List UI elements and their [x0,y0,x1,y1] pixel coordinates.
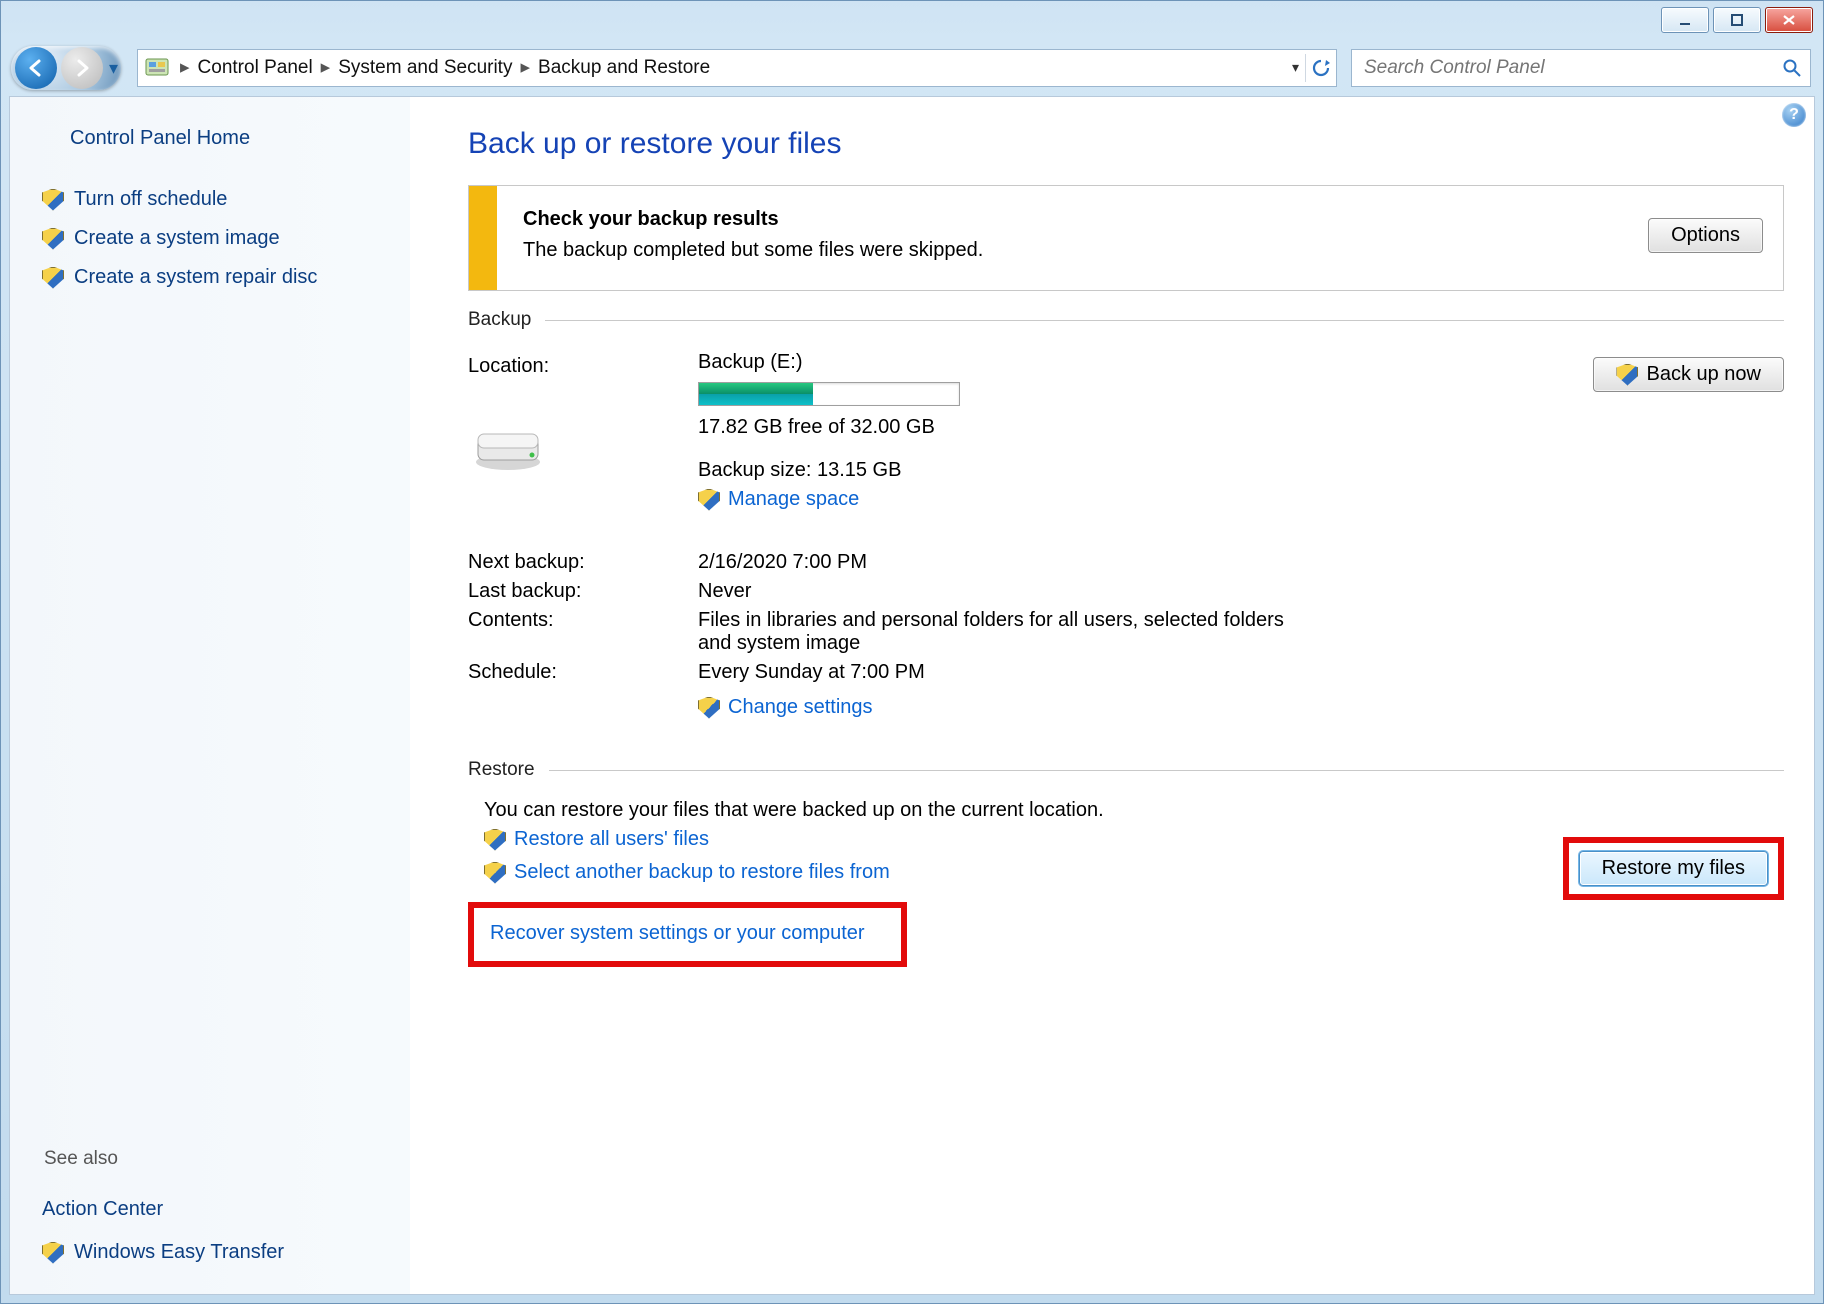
notice-body: The backup completed but some files were… [523,239,1648,262]
back-up-now-button[interactable]: Back up now [1593,357,1784,392]
see-also-easy-transfer[interactable]: Windows Easy Transfer [42,1241,390,1264]
search-icon[interactable] [1782,58,1802,78]
history-dropdown-icon[interactable]: ▾ [109,58,118,79]
contents-label: Contents: [468,609,698,632]
change-settings-link[interactable]: Change settings [698,696,1784,719]
restore-description: You can restore your files that were bac… [484,799,1784,822]
restore-my-files-button[interactable]: Restore my files [1579,851,1768,886]
control-panel-home-link[interactable]: Control Panel Home [70,127,390,150]
maximize-button[interactable] [1713,7,1761,33]
backup-section-header: Backup [468,309,1784,331]
address-bar[interactable]: ▸ Control Panel ▸ System and Security ▸ … [137,49,1337,87]
breadcrumb-system-security[interactable]: System and Security [336,57,514,79]
sidebar-item-create-repair-disc[interactable]: Create a system repair disc [42,266,390,289]
titlebar [1,1,1823,39]
control-panel-icon [144,55,170,81]
sidebar-item-label: Create a system image [74,227,280,250]
refresh-button[interactable] [1310,57,1332,79]
shield-icon [1616,364,1638,386]
notice-title: Check your backup results [523,208,779,230]
next-backup-label: Next backup: [468,551,698,574]
minimize-button[interactable] [1661,7,1709,33]
search-box[interactable] [1351,49,1811,87]
last-backup-value: Never [698,580,1784,603]
restore-section-header: Restore [468,759,1784,781]
search-input[interactable] [1362,56,1782,80]
shield-icon [42,1242,64,1264]
breadcrumb-backup-restore: Backup and Restore [536,57,712,79]
nav-toolbar: ▾ ▸ Control Panel ▸ System and Security … [1,39,1823,96]
sidebar-item-label: Create a system repair disc [74,266,317,289]
shield-icon [42,267,64,289]
recover-link-highlight: Recover system settings or your computer [468,902,907,967]
back-button[interactable] [15,47,57,89]
recover-system-settings-link[interactable]: Recover system settings or your computer [490,922,865,944]
nav-buttons: ▾ [11,44,131,92]
forward-button[interactable] [61,47,103,89]
location-label: Location: [468,355,698,378]
main-content: ? Back up or restore your files Check yo… [410,97,1814,1294]
breadcrumb-separator-icon: ▸ [174,56,196,79]
last-backup-label: Last backup: [468,580,698,603]
shield-icon [698,697,720,719]
shield-icon [484,829,506,851]
options-button[interactable]: Options [1648,218,1763,253]
content-frame: Control Panel Home Turn off schedule Cre… [9,96,1815,1295]
contents-value: Files in libraries and personal folders … [698,609,1318,655]
disk-usage-bar [698,382,960,406]
hard-drive-icon [472,424,544,472]
backup-size-text: Backup size: 13.15 GB [698,459,1784,482]
shield-icon [484,862,506,884]
notice-panel: Check your backup results The backup com… [468,185,1784,291]
address-dropdown-icon[interactable]: ▾ [1290,59,1301,76]
close-button[interactable] [1765,7,1813,33]
see-also-label: See also [44,1148,390,1170]
schedule-label: Schedule: [468,661,698,684]
see-also-action-center[interactable]: Action Center [42,1198,390,1221]
breadcrumb-control-panel[interactable]: Control Panel [196,57,315,79]
window-frame: ▾ ▸ Control Panel ▸ System and Security … [0,0,1824,1304]
manage-space-link[interactable]: Manage space [698,488,1784,511]
sidebar-item-label: Turn off schedule [74,188,227,211]
next-backup-value: 2/16/2020 7:00 PM [698,551,1784,574]
shield-icon [42,189,64,211]
page-title: Back up or restore your files [468,127,1784,161]
help-icon[interactable]: ? [1782,103,1806,127]
disk-free-text: 17.82 GB free of 32.00 GB [698,416,1784,439]
restore-button-highlight: Restore my files [1563,837,1784,900]
sidebar-item-turn-off-schedule[interactable]: Turn off schedule [42,188,390,211]
shield-icon [698,489,720,511]
warning-stripe [469,186,497,290]
shield-icon [42,228,64,250]
breadcrumb-separator-icon: ▸ [514,56,536,79]
breadcrumb-separator-icon: ▸ [315,56,337,79]
sidebar-item-create-system-image[interactable]: Create a system image [42,227,390,250]
schedule-value: Every Sunday at 7:00 PM [698,661,1784,684]
sidebar: Control Panel Home Turn off schedule Cre… [10,97,410,1294]
